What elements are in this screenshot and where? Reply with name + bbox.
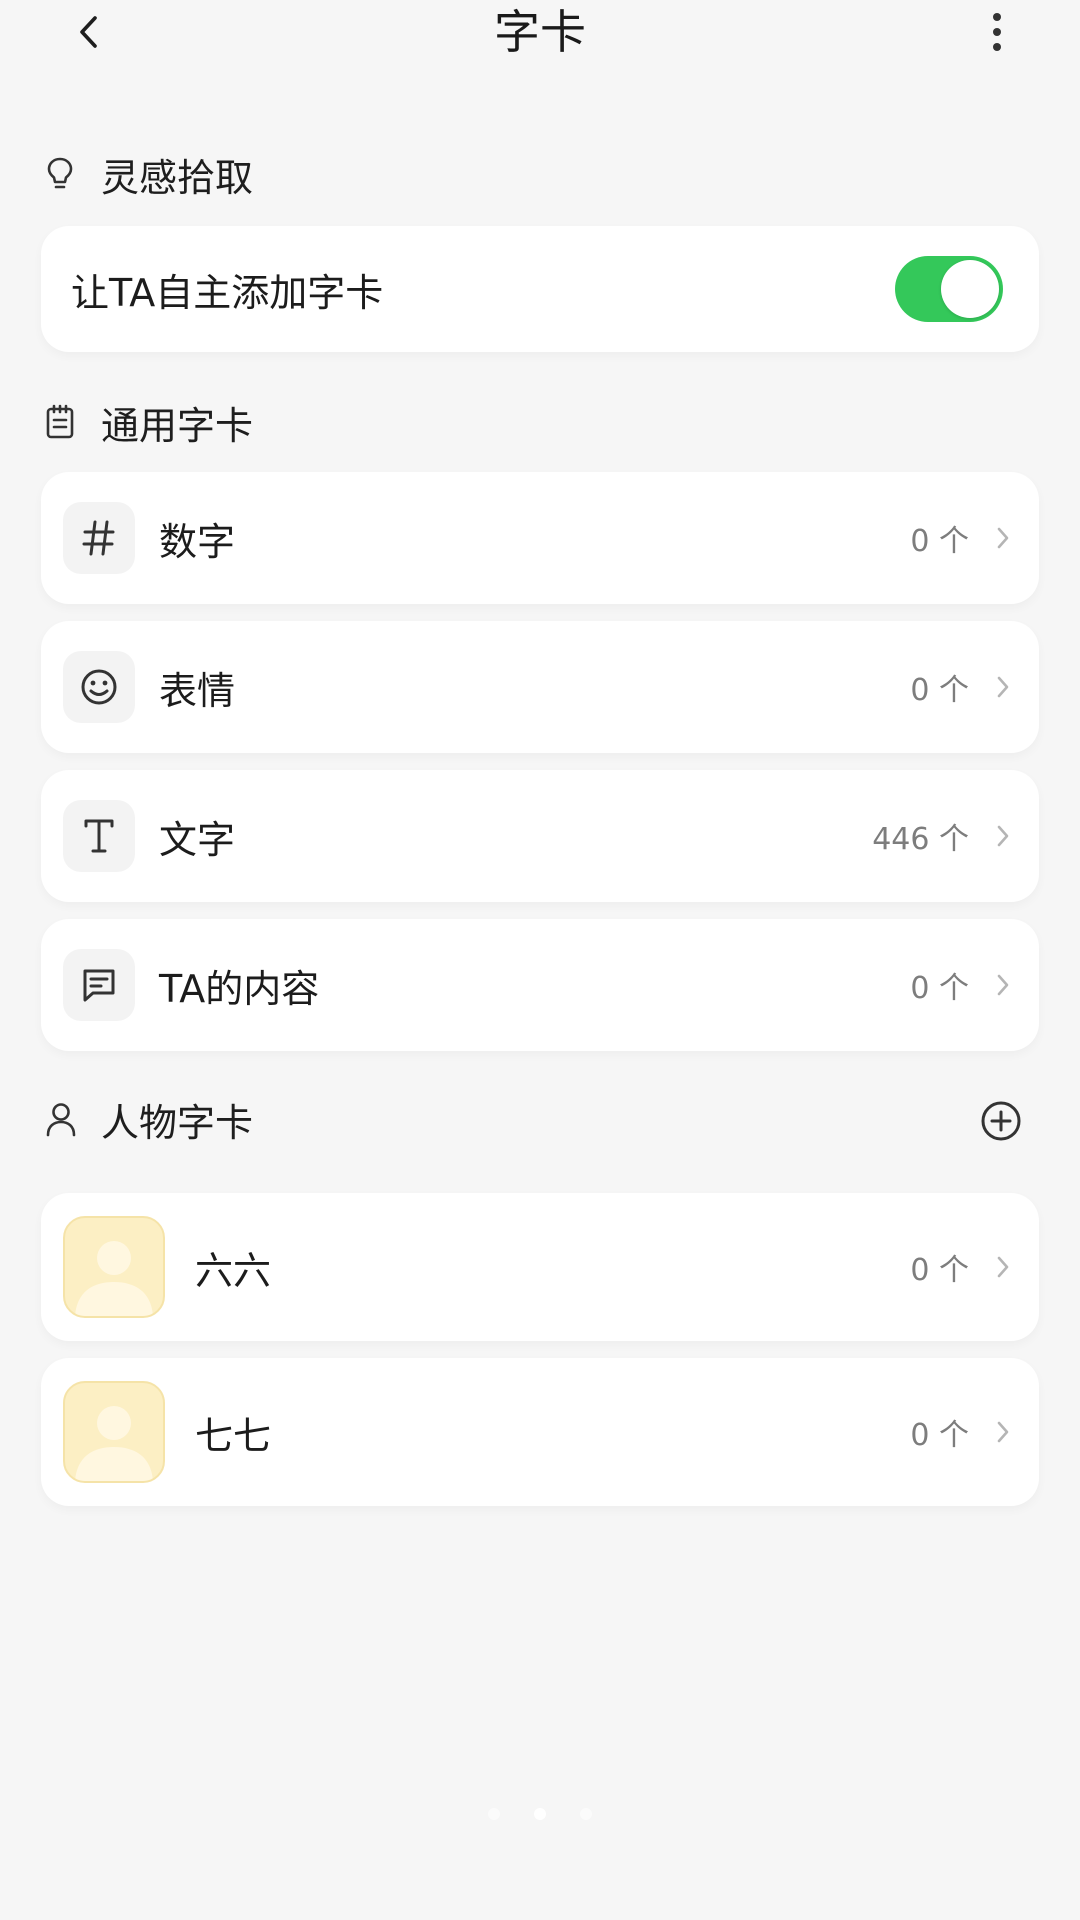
section-label: 灵感拾取: [101, 155, 254, 200]
page-dot[interactable]: [488, 1808, 500, 1820]
item-label: 文字: [159, 817, 236, 862]
hash-icon: [63, 502, 135, 574]
avatar-placeholder-icon: [75, 1241, 153, 1316]
item-count: 0 个: [910, 1253, 969, 1288]
person-icon: [45, 1099, 85, 1139]
person-item[interactable]: 六六 0 个: [41, 1193, 1039, 1341]
chevron-right-icon: [991, 1417, 1015, 1447]
item-count: 0 个: [910, 524, 969, 559]
section-label: 通用字卡: [101, 403, 254, 448]
plus-circle-icon: [981, 1101, 1021, 1141]
chevron-right-icon: [991, 672, 1015, 702]
page-title: 字卡: [494, 5, 586, 59]
lightbulb-icon: [45, 154, 85, 194]
list-item-emoji[interactable]: 表情 0 个: [41, 621, 1039, 753]
smiley-icon: [63, 651, 135, 723]
more-vertical-icon: [993, 13, 1001, 51]
section-header-people: 人物字卡: [41, 1089, 1039, 1149]
avatar: [63, 1216, 165, 1318]
auto-add-label: 让TA自主添加字卡: [71, 270, 384, 315]
page-dot[interactable]: [580, 1808, 592, 1820]
item-count: 446 个: [872, 822, 969, 857]
person-item[interactable]: 七七 0 个: [41, 1358, 1039, 1506]
auto-add-card: 让TA自主添加字卡: [41, 226, 1039, 352]
chevron-right-icon: [991, 821, 1015, 851]
page-dot-active[interactable]: [534, 1808, 546, 1820]
list-item-text[interactable]: 文字 446 个: [41, 770, 1039, 902]
general-list: 数字 0 个 表情 0 个 文字 446 个 TA的内容 0 个: [41, 472, 1039, 1051]
chevron-right-icon: [991, 523, 1015, 553]
avatar: [63, 1381, 165, 1483]
person-name: 六六: [195, 1248, 272, 1293]
list-item-numbers[interactable]: 数字 0 个: [41, 472, 1039, 604]
list-item-ta-content[interactable]: TA的内容 0 个: [41, 919, 1039, 1051]
item-label: 表情: [159, 668, 236, 713]
message-icon: [63, 949, 135, 1021]
top-bar: 字卡: [41, 0, 1039, 64]
more-menu-button[interactable]: [967, 2, 1027, 62]
section-header-inspiration: 灵感拾取: [41, 144, 1039, 204]
chevron-right-icon: [991, 1252, 1015, 1282]
auto-add-toggle[interactable]: [895, 256, 1003, 322]
item-count: 0 个: [910, 673, 969, 708]
item-label: 数字: [159, 519, 236, 564]
item-label: TA的内容: [159, 966, 320, 1011]
chevron-right-icon: [991, 970, 1015, 1000]
notepad-icon: [45, 402, 85, 442]
section-header-general: 通用字卡: [41, 392, 1039, 452]
text-icon: [63, 800, 135, 872]
section-label: 人物字卡: [101, 1100, 254, 1145]
toggle-knob: [941, 260, 999, 318]
page-indicator: [0, 1808, 1080, 1820]
add-person-button[interactable]: [979, 1099, 1023, 1143]
people-list: 六六 0 个 七七 0 个: [41, 1193, 1039, 1506]
item-count: 0 个: [910, 1418, 969, 1453]
item-count: 0 个: [910, 971, 969, 1006]
person-name: 七七: [195, 1413, 272, 1458]
screen: 字卡 灵感拾取 让TA自主添加字卡 通用字卡 数字 0 个 表情 0 个 文字 …: [0, 0, 1080, 1920]
avatar-placeholder-icon: [75, 1406, 153, 1481]
